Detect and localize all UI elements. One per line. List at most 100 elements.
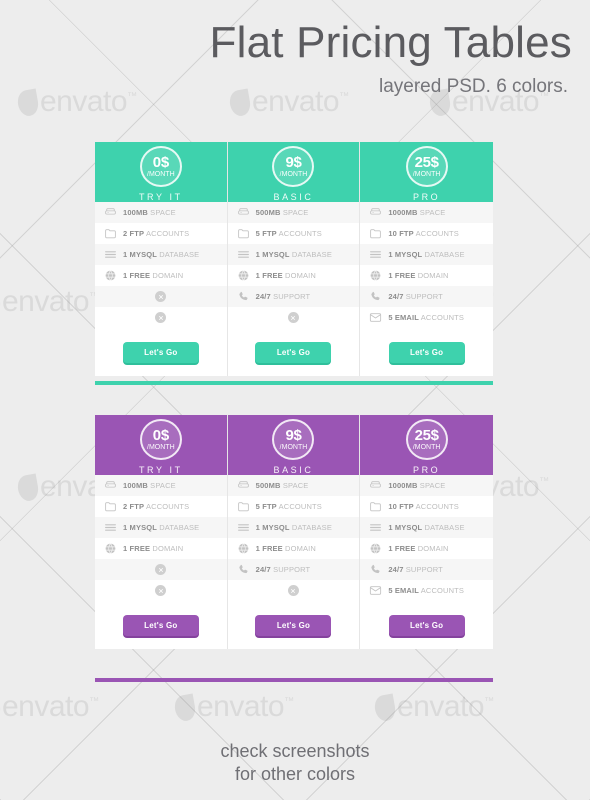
feature-label: 1 FREE DOMAIN	[388, 544, 448, 553]
lets-go-button[interactable]: Let's Go	[388, 614, 465, 636]
feature-value: 24/7	[388, 565, 404, 574]
feature-row: 1 FREE DOMAIN	[227, 538, 360, 559]
feature-row-disabled	[95, 286, 227, 307]
feature-value: 10 FTP	[388, 229, 414, 238]
feature-unit: SPACE	[417, 481, 446, 490]
feature-row: 1 MYSQL DATABASE	[227, 517, 360, 538]
globe-icon	[369, 269, 382, 282]
feature-row: 1 MYSQL DATABASE	[360, 244, 493, 265]
x-circle-icon	[155, 585, 167, 596]
feature-row: 1000MB SPACE	[360, 475, 493, 496]
feature-value: 1 MYSQL	[255, 250, 290, 259]
globe-icon	[104, 269, 117, 282]
pricing-column-basic: 9$/MONTH BASIC 500MB SPACE 5 FTP ACCOUNTS 1 …	[227, 142, 361, 376]
price-badge: 0$/MONTH	[139, 419, 182, 460]
feature-unit: SPACE	[280, 208, 309, 217]
plan-name: TRY IT	[138, 192, 183, 202]
globe-icon	[369, 542, 382, 555]
lets-go-button[interactable]: Let's Go	[388, 341, 465, 363]
feature-row: 100MB SPACE	[95, 475, 227, 496]
feature-label: 1 FREE DOMAIN	[256, 544, 316, 553]
feature-unit: DATABASE	[422, 250, 465, 259]
feature-label: 1000MB SPACE	[388, 208, 445, 217]
feature-label: 5 FTP ACCOUNTS	[256, 502, 322, 511]
database-lines-icon	[237, 521, 250, 534]
feature-label: 10 FTP ACCOUNTS	[388, 229, 459, 238]
feature-label: 24/7 SUPPORT	[388, 565, 443, 574]
feature-row: 1 FREE DOMAIN	[227, 265, 360, 286]
feature-value: 5 FTP	[255, 229, 277, 238]
feature-row: 24/7 SUPPORT	[360, 559, 493, 580]
feature-value: 500MB	[255, 481, 281, 490]
feature-unit: ACCOUNTS	[418, 586, 465, 595]
feature-value: 2 FTP	[123, 502, 145, 511]
purple-table: 0$/MONTH TRY IT 100MB SPACE 2 FTP ACCOUNTS 1…	[95, 415, 493, 649]
envato-watermark-text: envato	[2, 690, 90, 723]
table-bottom-accent-bar	[95, 678, 493, 682]
x-circle-icon	[287, 585, 299, 596]
feature-label: 24/7 SUPPORT	[256, 565, 311, 574]
x-circle-icon	[155, 291, 167, 302]
price-period: /MONTH	[279, 444, 308, 451]
feature-value: 500MB	[255, 208, 281, 217]
feature-unit: DATABASE	[156, 250, 200, 259]
price-badge: 9$/MONTH	[272, 146, 315, 187]
price-period: /MONTH	[147, 171, 175, 178]
cta-container: Let's Go	[227, 328, 360, 376]
feature-unit: ACCOUNTS	[144, 502, 190, 511]
feature-unit: DATABASE	[422, 523, 465, 532]
feature-value: 10 FTP	[388, 502, 414, 511]
trademark-glyph: ™	[484, 696, 494, 707]
feature-value: 1 FREE	[255, 271, 283, 280]
lets-go-button[interactable]: Let's Go	[255, 341, 332, 363]
page-subtitle: layered PSD. 6 colors.	[378, 76, 568, 97]
pricing-column-pro: 25$/MONTH PRO 1000MB SPACE 10 FTP ACCOUNTS 1…	[360, 142, 493, 376]
price-badge: 25$/MONTH	[405, 419, 448, 460]
feature-unit: DOMAIN	[282, 271, 316, 280]
feature-unit: ACCOUNTS	[144, 229, 190, 238]
lets-go-button[interactable]: Let's Go	[255, 614, 332, 636]
plan-name: PRO	[412, 192, 441, 202]
trademark-glyph: ™	[539, 476, 549, 487]
feature-value: 24/7	[255, 292, 271, 301]
plan-header: 25$/MONTH PRO	[360, 142, 493, 202]
feature-unit: DOMAIN	[415, 271, 449, 280]
feature-row: 500MB SPACE	[227, 202, 360, 223]
feature-label: 500MB SPACE	[256, 481, 309, 490]
envelope-icon	[369, 311, 382, 324]
feature-value: 5 FTP	[255, 502, 277, 511]
feature-unit: ACCOUNTS	[276, 229, 322, 238]
pricing-column-try-it: 0$/MONTH TRY IT 100MB SPACE 2 FTP ACCOUNTS 1…	[95, 142, 228, 376]
price-period: /MONTH	[412, 444, 441, 451]
price-period: /MONTH	[412, 171, 441, 178]
feature-row: 1 FREE DOMAIN	[95, 265, 227, 286]
feature-value: 1 MYSQL	[388, 523, 423, 532]
feature-row: 5 EMAIL ACCOUNTS	[360, 307, 493, 328]
feature-row-disabled	[227, 580, 360, 601]
feature-unit: DATABASE	[289, 523, 332, 532]
feature-label: 500MB SPACE	[256, 208, 309, 217]
lets-go-button[interactable]: Let's Go	[122, 341, 199, 363]
trademark-glyph: ™	[284, 696, 294, 707]
feature-value: 100MB	[123, 481, 148, 490]
cta-container: Let's Go	[227, 601, 360, 649]
lets-go-button[interactable]: Let's Go	[122, 614, 199, 636]
globe-icon	[237, 542, 250, 555]
feature-label: 1000MB SPACE	[388, 481, 445, 490]
feature-row-disabled	[227, 307, 360, 328]
plan-header: 0$/MONTH TRY IT	[95, 415, 227, 475]
feature-unit: SUPPORT	[403, 565, 443, 574]
feature-label: 1 MYSQL DATABASE	[123, 523, 199, 532]
feature-unit: DATABASE	[289, 250, 332, 259]
feature-value: 2 FTP	[123, 229, 145, 238]
price-amount: 0$	[152, 427, 169, 444]
price-period: /MONTH	[147, 444, 175, 451]
feature-row: 1 MYSQL DATABASE	[227, 244, 360, 265]
envato-leaf-icon	[0, 288, 3, 318]
phone-icon	[369, 563, 382, 576]
envato-leaf-icon	[172, 693, 198, 723]
feature-unit: ACCOUNTS	[413, 229, 459, 238]
envato-watermark: envato™	[372, 690, 494, 724]
plan-name: BASIC	[273, 192, 314, 202]
feature-unit: DOMAIN	[150, 544, 184, 553]
